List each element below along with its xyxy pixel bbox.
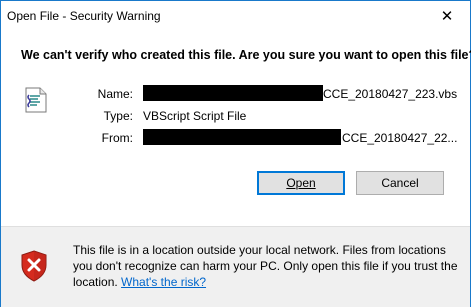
type-label: Type: (103, 109, 133, 123)
whats-the-risk-link[interactable]: What's the risk? (121, 275, 206, 289)
file-name-value: CCE_20180427_223.vbs (323, 87, 458, 101)
security-shield-icon (21, 250, 47, 282)
cancel-button[interactable]: Cancel (356, 171, 444, 195)
name-label: Name: (97, 87, 133, 101)
open-button[interactable]: Open (257, 171, 345, 195)
close-icon: ✕ (440, 7, 454, 25)
security-warning-dialog: Open File - Security Warning ✕ We can't … (0, 0, 471, 307)
warning-message: This file is in a location outside your … (73, 242, 461, 290)
window-title: Open File - Security Warning (7, 9, 161, 23)
warning-footer: This file is in a location outside your … (1, 226, 470, 307)
file-from-value: CCE_20180427_22... (342, 131, 458, 145)
open-button-label: Open (286, 176, 316, 190)
redacted-from-block (143, 129, 341, 145)
redacted-name-block (143, 85, 323, 101)
warning-headline: We can't verify who created this file. A… (21, 48, 471, 62)
cancel-button-label: Cancel (381, 176, 419, 190)
title-bar: Open File - Security Warning ✕ (1, 1, 470, 30)
from-label: From: (101, 131, 133, 145)
close-button[interactable]: ✕ (424, 1, 470, 30)
vbscript-file-icon (25, 87, 47, 113)
file-type-value: VBScript Script File (143, 109, 247, 123)
